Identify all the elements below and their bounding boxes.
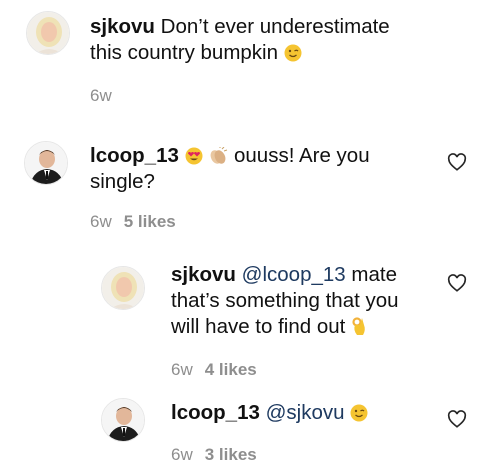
comment-1-username[interactable]: sjkovu [90, 15, 155, 38]
reply-2-likes[interactable]: 3 likes [205, 445, 257, 464]
comment-2-meta: 6w 5 likes [90, 212, 176, 232]
comment-1-meta: 6w [90, 86, 112, 106]
comment-1-age: 6w [90, 86, 112, 105]
avatar-lcoop13[interactable] [101, 398, 145, 442]
reply-2-meta: 6w 3 likes [171, 445, 257, 465]
reply-2-age: 6w [171, 445, 193, 464]
avatar-lcoop13[interactable] [24, 141, 68, 185]
reply-1-meta: 6w 4 likes [171, 360, 257, 380]
comment-2-age: 6w [90, 212, 112, 231]
comment-1-text: sjkovu Don’t ever underestimate this cou… [90, 14, 420, 66]
comment-2-likes[interactable]: 5 likes [124, 212, 176, 231]
wink-emoji [284, 44, 302, 62]
reply-1-age: 6w [171, 360, 193, 379]
reply-1-text: sjkovu @lcoop_13 mate that’s something t… [171, 262, 421, 340]
reply-2-text: lcoop_13 @sjkovu [171, 400, 421, 426]
reply-1-username[interactable]: sjkovu [171, 263, 236, 286]
like-heart-icon-reply-2[interactable] [447, 410, 467, 428]
reply-1-mention[interactable]: @lcoop_13 [242, 263, 346, 286]
wink-emoji [350, 404, 368, 422]
ok-hand-emoji [352, 317, 365, 335]
heart-eyes-emoji [185, 147, 203, 165]
comment-2-username[interactable]: lcoop_13 [90, 144, 179, 167]
comment-2-text: lcoop_13 ouuss! Are you single? [90, 143, 410, 195]
avatar-sjkovu[interactable] [26, 11, 70, 55]
reply-2-username[interactable]: lcoop_13 [171, 401, 260, 424]
reply-1-likes[interactable]: 4 likes [205, 360, 257, 379]
like-heart-icon-reply-1[interactable] [447, 274, 467, 292]
avatar-sjkovu[interactable] [101, 266, 145, 310]
clapping-hands-emoji [210, 147, 228, 164]
reply-2-mention[interactable]: @sjkovu [266, 401, 345, 424]
like-heart-icon-comment-2[interactable] [447, 153, 467, 171]
